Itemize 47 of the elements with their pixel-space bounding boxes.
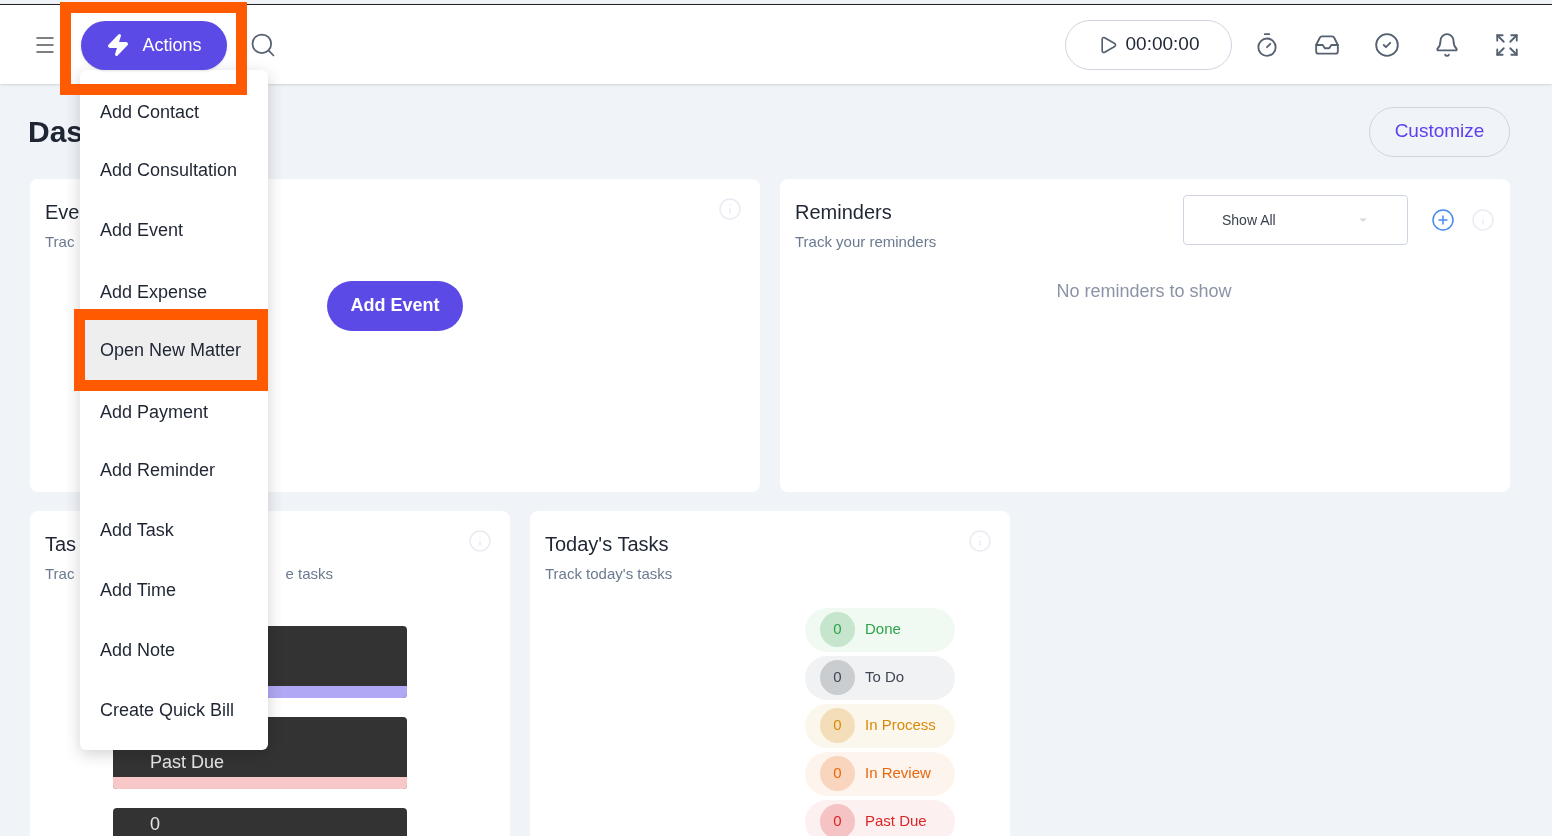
bar-label: Past Due	[150, 750, 225, 774]
status-count: 0	[820, 612, 855, 647]
menu-item[interactable]: Add Task	[80, 500, 268, 560]
card-title: Reminders	[795, 200, 893, 225]
timer-button[interactable]: 00:00:00	[1065, 19, 1232, 70]
status-pill[interactable]: 0 Past Due	[805, 799, 955, 836]
card-subtitle: e tasks	[285, 564, 333, 584]
actions-button[interactable]: Actions	[81, 20, 227, 70]
add-icon[interactable]	[1431, 208, 1455, 232]
menu-item[interactable]: Add Payment	[80, 391, 268, 440]
add-event-button[interactable]: Add Event	[327, 280, 463, 331]
task-bar[interactable]: 0	[113, 807, 407, 836]
check-circle-icon[interactable]	[1374, 31, 1400, 58]
status-label: Past Due	[865, 811, 927, 832]
status-label: Done	[865, 619, 901, 640]
filter-dropdown[interactable]: Show All	[1183, 195, 1408, 245]
menu-item[interactable]: Create Quick Bill	[80, 680, 268, 740]
menu-item[interactable]: Add Consultation	[80, 140, 268, 200]
card-subtitle: Track your reminders	[795, 232, 938, 252]
status-count: 0	[820, 756, 855, 791]
status-count: 0	[820, 708, 855, 743]
card-title: Eve	[45, 200, 80, 225]
empty-message: No reminders to show	[1055, 279, 1233, 303]
status-label: In Review	[865, 763, 931, 784]
menu-item[interactable]: Add Expense	[80, 260, 268, 309]
card-subtitle: Trac	[45, 232, 75, 252]
status-label: To Do	[865, 667, 905, 688]
card-subtitle: Trac	[45, 564, 75, 584]
card-subtitle: Track today's tasks	[545, 564, 673, 584]
menu-item[interactable]: Add Contact	[80, 94, 268, 140]
menu-item[interactable]: Add Time	[80, 560, 268, 620]
menu-item[interactable]: Add Reminder	[80, 440, 268, 500]
card-title: Tas	[45, 532, 77, 557]
status-label: In Process	[865, 715, 936, 736]
menu-item[interactable]: Add Note	[80, 620, 268, 680]
menu-item[interactable]: Open New Matter	[74, 309, 268, 391]
menu-item[interactable]: Add Event	[80, 200, 268, 260]
fullscreen-icon[interactable]	[1494, 31, 1520, 58]
card-title: Today's Tasks	[545, 532, 669, 557]
bar-label: 0	[150, 812, 160, 836]
bell-icon[interactable]	[1434, 31, 1460, 58]
status-count: 0	[820, 660, 855, 695]
status-count: 0	[820, 804, 855, 836]
status-pill[interactable]: 0 To Do	[805, 655, 955, 700]
lightning-icon	[106, 33, 131, 57]
customize-button[interactable]: Customize	[1369, 106, 1510, 157]
stopwatch-icon[interactable]	[1254, 31, 1280, 58]
